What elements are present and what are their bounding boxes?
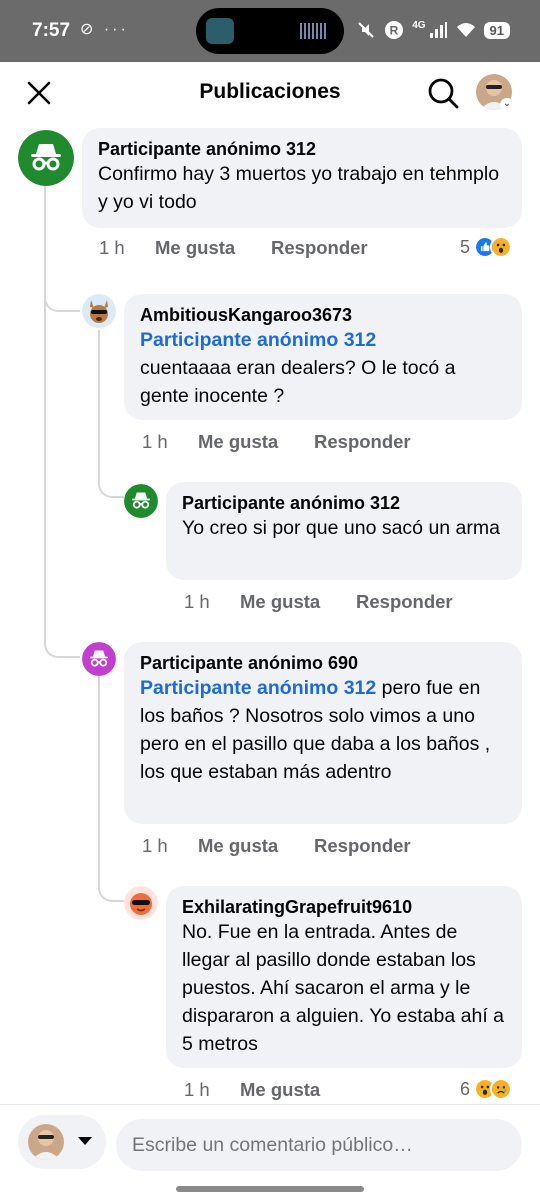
comment-author[interactable]: Participante anónimo 312 (182, 492, 506, 514)
sad-icon (490, 1078, 513, 1100)
chevron-down-icon[interactable]: ⌄ (500, 98, 514, 112)
reply-button[interactable]: Responder (314, 835, 411, 857)
comment-text: No. Fue en la entrada. Antes de llegar a… (182, 921, 505, 1055)
camera-island (196, 8, 344, 54)
like-button[interactable]: Me gusta (198, 431, 314, 453)
anonymous-avatar[interactable] (82, 642, 116, 676)
incognito-icon (124, 484, 158, 518)
mute-icon (358, 22, 374, 38)
comment-text: Participante anónimo 312 pero fue en los… (140, 674, 506, 786)
status-bar: 7:57 ⊘ ··· R 4G 91 (0, 0, 540, 62)
identity-switcher[interactable] (18, 1115, 106, 1169)
status-time: 7:57 (32, 20, 71, 41)
signal-icon (429, 22, 447, 38)
audio-wave-icon (300, 23, 328, 39)
kangaroo-avatar-icon (82, 294, 116, 328)
anonymous-avatar[interactable] (124, 484, 158, 518)
incognito-icon (18, 130, 74, 186)
comment-author[interactable]: Participante anónimo 312 (98, 138, 506, 160)
reaction-count: 5 (460, 236, 471, 257)
thread-line (44, 300, 80, 658)
like-button[interactable]: Me gusta (198, 835, 314, 857)
reaction-summary[interactable]: 6 (460, 1078, 513, 1100)
search-icon[interactable] (426, 76, 460, 110)
network-label: 4G (412, 19, 426, 31)
registered-icon: R (385, 21, 404, 39)
incognito-icon (82, 642, 116, 676)
comment-text: Confirmo hay 3 muertos yo trabajo en teh… (98, 163, 500, 213)
comment-actions: 1 h Me gusta Responder (142, 431, 411, 453)
like-button[interactable]: Me gusta (240, 1079, 356, 1101)
status-notification-icons: ⊘ ··· (80, 21, 129, 38)
like-button[interactable]: Me gusta (240, 591, 356, 613)
thread-line (98, 676, 124, 902)
battery-indicator: 91 (483, 21, 510, 39)
reply-button[interactable]: Responder (356, 591, 453, 613)
comment-author[interactable]: ExhilaratingGrapefruit9610 (182, 896, 506, 918)
comment-bubble: Participante anónimo 312 Confirmo hay 3 … (82, 128, 522, 228)
svg-text:R: R (390, 24, 399, 38)
reply-button[interactable]: Responder (271, 237, 368, 259)
user-photo-icon (28, 1124, 64, 1160)
comment-text: Participante anónimo 312 cuentaaaa eran d… (140, 326, 506, 410)
comment-time: 1 h (99, 237, 125, 258)
mention-link[interactable]: Participante anónimo 312 (140, 677, 376, 699)
home-indicator[interactable] (176, 1186, 364, 1192)
thread-line (44, 184, 80, 312)
thread-line (98, 330, 124, 498)
comment-input[interactable] (116, 1119, 522, 1171)
like-button[interactable]: Me gusta (155, 237, 271, 259)
comment-author[interactable]: AmbitiousKangaroo3673 (140, 304, 506, 326)
comment-bubble: ExhilaratingGrapefruit9610 No. Fue en la… (166, 886, 522, 1068)
wow-icon (490, 236, 513, 258)
comment-time: 1 h (142, 431, 168, 452)
status-right-icons: R 4G 91 (356, 18, 510, 42)
comment-time: 1 h (184, 1079, 210, 1100)
composer-avatar (28, 1124, 64, 1160)
user-avatar[interactable] (82, 294, 116, 328)
app-activity-icon (206, 18, 234, 44)
comment-text: Yo creo si por que uno sacó un arma (182, 517, 500, 539)
reply-button[interactable]: Responder (314, 431, 411, 453)
mention-link[interactable]: Participante anónimo 312 (140, 329, 376, 351)
reaction-summary[interactable]: 5 (460, 236, 513, 258)
comment-body: cuentaaaa eran dealers? O le tocó a gent… (140, 357, 456, 407)
comment-bubble: Participante anónimo 312 Yo creo si por … (166, 482, 522, 580)
comment-bubble: AmbitiousKangaroo3673 Participante anóni… (124, 294, 522, 420)
comment-time: 1 h (184, 591, 210, 612)
comment-bubble: Participante anónimo 690 Participante an… (124, 642, 522, 824)
user-avatar[interactable] (124, 886, 158, 920)
grapefruit-avatar-icon (124, 886, 158, 920)
comment-time: 1 h (142, 835, 168, 856)
top-bar: Publicaciones ⌄ (0, 62, 540, 124)
anonymous-avatar[interactable] (18, 130, 74, 186)
comment-actions: 1 h Me gusta (184, 1079, 356, 1101)
caret-down-icon (78, 1137, 92, 1145)
reaction-count: 6 (460, 1078, 471, 1099)
comment-actions: 1 h Me gusta Responder (184, 591, 453, 613)
wifi-icon (456, 23, 475, 37)
comment-author[interactable]: Participante anónimo 690 (140, 652, 506, 674)
comment-actions: 1 h Me gusta Responder (99, 237, 368, 259)
comment-actions: 1 h Me gusta Responder (142, 835, 411, 857)
